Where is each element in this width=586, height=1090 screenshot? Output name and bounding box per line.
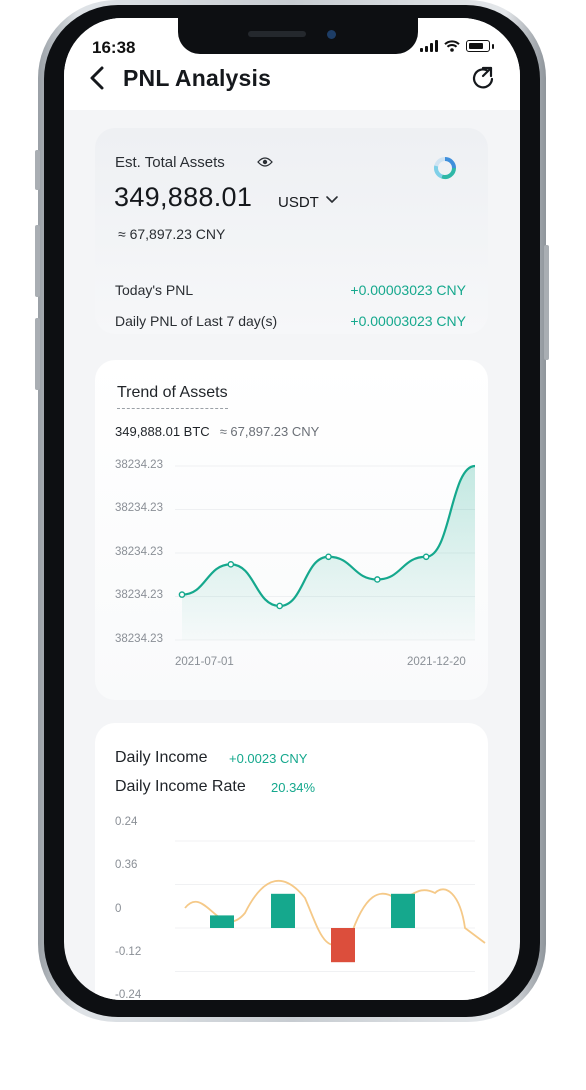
income-bar	[271, 893, 295, 928]
total-assets-cny: ≈ 67,897.23 CNY	[118, 226, 226, 242]
seven-day-pnl-value: +0.00003023 CNY	[350, 313, 466, 329]
battery-icon	[466, 40, 490, 52]
total-assets-unit[interactable]: USDT	[278, 194, 319, 211]
side-button-power	[544, 245, 549, 360]
assets-card: Est. Total Assets 349,888.01 USDT ≈ 67,8…	[95, 128, 488, 334]
share-icon[interactable]	[470, 64, 498, 92]
trend-point	[325, 553, 332, 561]
side-button-volume-up	[35, 225, 40, 297]
wifi-icon	[444, 40, 460, 52]
todays-pnl-value: +0.00003023 CNY	[350, 282, 466, 298]
est-total-assets-label: Est. Total Assets	[115, 154, 225, 171]
status-icons	[420, 40, 494, 52]
income-bar	[331, 928, 355, 963]
side-button-mute	[35, 150, 40, 190]
seven-day-pnl-label: Daily PNL of Last 7 day(s)	[115, 313, 278, 329]
trend-chart	[175, 464, 476, 641]
back-arrow-icon[interactable]	[86, 64, 108, 92]
trend-card: Trend of Assets 349,888.01 BTC ≈ 67,897.2…	[95, 360, 488, 700]
battery-tip	[492, 43, 494, 49]
status-time: 16:38	[92, 38, 136, 57]
income-bar	[391, 893, 415, 928]
trend-point	[227, 561, 235, 568]
page-title: PNL Analysis	[123, 65, 272, 91]
trend-point	[422, 553, 430, 561]
trend-point	[276, 602, 283, 610]
trend-point	[178, 591, 186, 598]
daily-income-card: Daily Income +0.0023 CNY Daily Income Ra…	[95, 723, 488, 1000]
phone-camera	[327, 30, 336, 39]
eye-icon[interactable]	[257, 156, 273, 168]
trend-point	[374, 576, 381, 583]
phone-speaker	[248, 31, 306, 37]
cellular-signal-icon	[420, 40, 438, 52]
chevron-down-icon[interactable]	[325, 194, 339, 206]
side-button-volume-down	[35, 318, 40, 390]
app-screen: 16:38 PNL Analysis Est. Total Assets 349…	[64, 18, 520, 1000]
asset-distribution-ring-icon[interactable]	[433, 156, 457, 180]
income-chart	[175, 840, 486, 972]
total-assets-value: 349,888.01	[114, 182, 253, 212]
todays-pnl-label: Today's PNL	[115, 282, 194, 298]
income-bar	[210, 915, 234, 928]
